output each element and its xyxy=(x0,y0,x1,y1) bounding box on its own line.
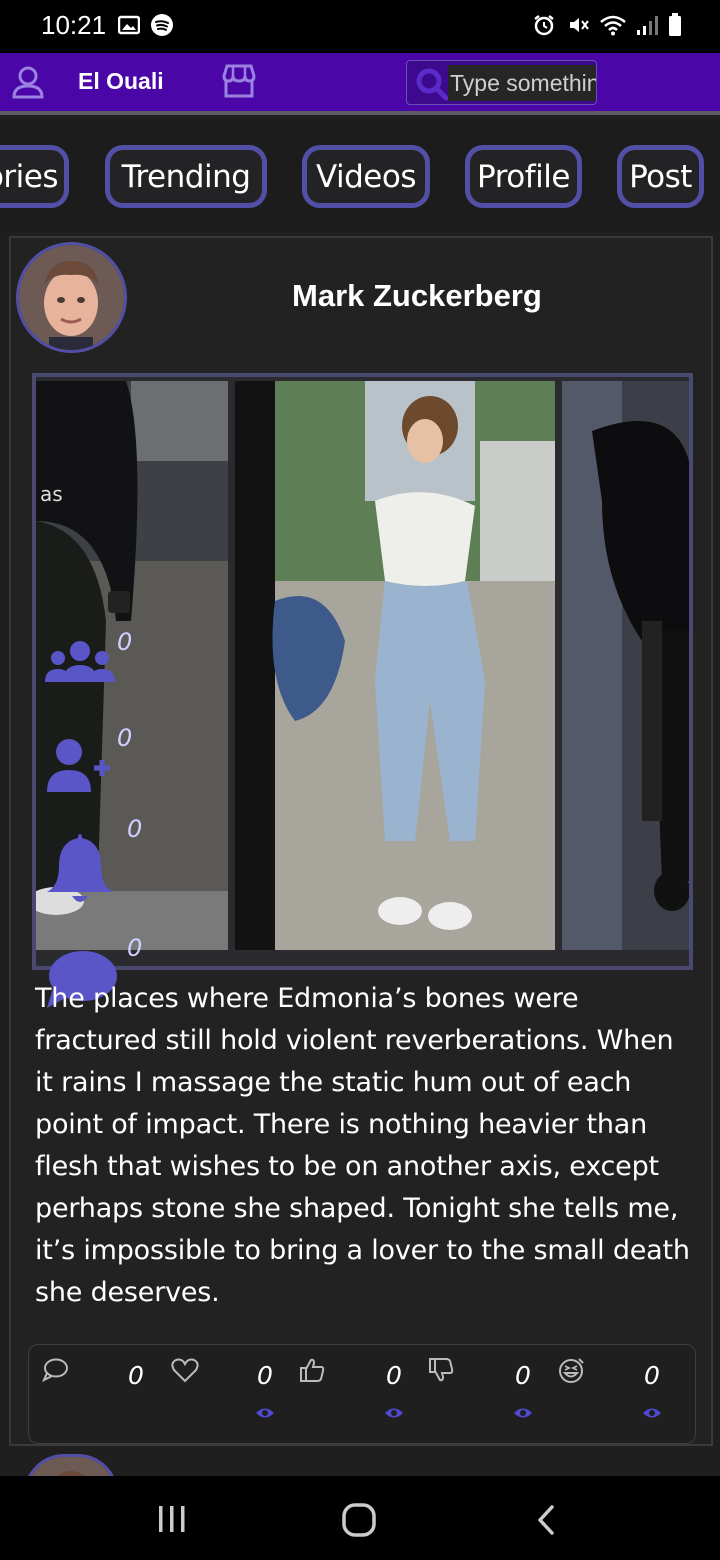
search-input[interactable] xyxy=(448,65,596,101)
avatar[interactable] xyxy=(16,242,127,353)
home-icon[interactable] xyxy=(341,1502,377,1538)
tab-videos[interactable]: Videos xyxy=(302,145,430,208)
tab-bar: ories Trending Videos Profile Post xyxy=(0,119,720,231)
tab-profile[interactable]: Profile xyxy=(465,145,582,208)
gallery-icon xyxy=(118,15,140,35)
gallery-photo[interactable] xyxy=(562,381,689,950)
comment-count: 0 xyxy=(128,1361,144,1390)
search-icon[interactable] xyxy=(415,67,449,101)
side-stat-count: 0 xyxy=(127,815,143,843)
tab-trending[interactable]: Trending xyxy=(105,145,267,208)
post-card: Mark Zuckerberg as 0 0 0 0 The places wh… xyxy=(9,236,713,1446)
heart-count: 0 xyxy=(257,1361,273,1390)
avatar-portrait xyxy=(19,245,124,350)
post-text: The places where Edmonia’s bones were fr… xyxy=(35,983,690,1308)
side-stat-count: 0 xyxy=(117,724,133,752)
tab-label: Post xyxy=(629,158,692,195)
thumbs-up-icon[interactable] xyxy=(299,1357,325,1383)
system-nav-bar xyxy=(0,1476,720,1560)
heart-icon[interactable] xyxy=(171,1357,199,1383)
laugh-count: 0 xyxy=(644,1361,660,1390)
svg-text:as: as xyxy=(40,482,63,506)
thumbs-down-icon[interactable] xyxy=(428,1357,454,1383)
alarm-icon xyxy=(534,15,554,36)
tab-label: ories xyxy=(0,158,59,195)
comment-icon[interactable] xyxy=(41,1357,69,1383)
side-stat-count: 0 xyxy=(117,628,133,656)
user-icon[interactable] xyxy=(12,65,44,99)
username-label[interactable]: El Ouali xyxy=(78,68,164,95)
laugh-icon[interactable] xyxy=(557,1357,585,1385)
thumbs-up-count: 0 xyxy=(386,1361,402,1390)
signal-icon xyxy=(637,16,658,35)
group-icon[interactable] xyxy=(45,638,115,688)
tab-stories[interactable]: ories xyxy=(0,145,69,208)
add-user-icon[interactable] xyxy=(45,738,115,794)
top-app-bar: El Ouali xyxy=(0,53,720,115)
side-stat[interactable]: 0 xyxy=(45,724,132,798)
status-time: 10:21 xyxy=(41,10,107,40)
back-icon[interactable] xyxy=(534,1504,558,1536)
tab-label: Trending xyxy=(121,158,251,195)
post-author[interactable]: Mark Zuckerberg xyxy=(292,278,542,314)
recent-apps-icon[interactable] xyxy=(156,1504,188,1534)
store-icon[interactable] xyxy=(220,63,258,99)
tab-label: Videos xyxy=(315,158,417,195)
eye-icon[interactable] xyxy=(384,1407,404,1419)
eye-icon[interactable] xyxy=(642,1407,662,1419)
thumbs-down-count: 0 xyxy=(515,1361,531,1390)
tab-post[interactable]: Post xyxy=(617,145,704,208)
side-stat-count: 0 xyxy=(127,934,143,962)
status-bar: 10:21 xyxy=(0,0,720,53)
side-stat[interactable]: 0 xyxy=(45,628,132,692)
gallery-photo[interactable] xyxy=(235,381,555,950)
search-box xyxy=(406,60,597,105)
battery-icon xyxy=(669,13,681,36)
eye-icon[interactable] xyxy=(513,1407,533,1419)
wifi-icon xyxy=(600,15,626,36)
eye-icon[interactable] xyxy=(255,1407,275,1419)
bell-icon[interactable] xyxy=(45,830,115,910)
tab-label: Profile xyxy=(477,158,570,195)
spotify-icon xyxy=(151,14,173,36)
image-gallery[interactable]: as xyxy=(32,373,693,970)
side-stat[interactable]: 0 xyxy=(45,815,142,914)
mute-icon xyxy=(570,18,589,32)
post-actions: 0 0 0 0 0 xyxy=(28,1344,696,1444)
